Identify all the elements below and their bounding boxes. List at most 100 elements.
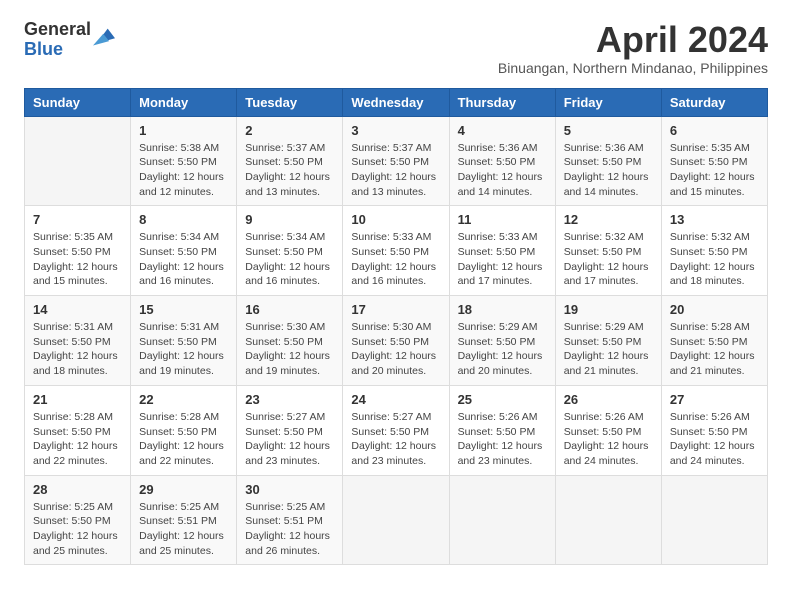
day-info: Sunrise: 5:35 AMSunset: 5:50 PMDaylight:… xyxy=(670,141,759,200)
calendar-cell: 29Sunrise: 5:25 AMSunset: 5:51 PMDayligh… xyxy=(131,475,237,565)
calendar-cell: 13 Sunrise: 5:32 AMSunset: 5:50 PMDayligh… xyxy=(661,206,767,296)
day-info: Sunrise: 5:26 AMSunset: 5:50 PMDaylight:… xyxy=(564,410,653,469)
day-info: Sunrise: 5:31 AMSunset: 5:50 PMDaylight:… xyxy=(33,320,122,379)
day-number: 24 xyxy=(351,392,440,407)
weekday-header-wednesday: Wednesday xyxy=(343,88,449,116)
day-number: 25 xyxy=(458,392,547,407)
day-info: Sunrise: 5:33 AMSunset: 5:50 PMDaylight:… xyxy=(458,230,547,289)
calendar-cell xyxy=(555,475,661,565)
logo: General Blue xyxy=(24,20,115,60)
day-info: Sunrise: 5:34 AMSunset: 5:50 PMDaylight:… xyxy=(245,230,334,289)
calendar-cell: 11 Sunrise: 5:33 AMSunset: 5:50 PMDayligh… xyxy=(449,206,555,296)
calendar-cell: 5 Sunrise: 5:36 AMSunset: 5:50 PMDaylight… xyxy=(555,116,661,206)
day-info: Sunrise: 5:37 AMSunset: 5:50 PMDaylight:… xyxy=(245,141,334,200)
calendar-cell: 14 Sunrise: 5:31 AMSunset: 5:50 PMDayligh… xyxy=(25,296,131,386)
week-row-3: 14 Sunrise: 5:31 AMSunset: 5:50 PMDayligh… xyxy=(25,296,768,386)
logo-blue-text: Blue xyxy=(24,40,91,60)
month-title: April 2024 xyxy=(498,20,768,60)
day-info: Sunrise: 5:29 AMSunset: 5:50 PMDaylight:… xyxy=(564,320,653,379)
weekday-header-monday: Monday xyxy=(131,88,237,116)
day-info: Sunrise: 5:28 AMSunset: 5:50 PMDaylight:… xyxy=(670,320,759,379)
day-info: Sunrise: 5:32 AMSunset: 5:50 PMDaylight:… xyxy=(564,230,653,289)
day-info: Sunrise: 5:27 AMSunset: 5:50 PMDaylight:… xyxy=(351,410,440,469)
location-title: Binuangan, Northern Mindanao, Philippine… xyxy=(498,60,768,76)
day-number: 10 xyxy=(351,212,440,227)
weekday-header-sunday: Sunday xyxy=(25,88,131,116)
day-number: 5 xyxy=(564,123,653,138)
day-info: Sunrise: 5:26 AMSunset: 5:50 PMDaylight:… xyxy=(670,410,759,469)
calendar-cell: 9 Sunrise: 5:34 AMSunset: 5:50 PMDaylight… xyxy=(237,206,343,296)
day-info: Sunrise: 5:30 AMSunset: 5:50 PMDaylight:… xyxy=(245,320,334,379)
day-info: Sunrise: 5:28 AMSunset: 5:50 PMDaylight:… xyxy=(33,410,122,469)
calendar-cell: 8 Sunrise: 5:34 AMSunset: 5:50 PMDaylight… xyxy=(131,206,237,296)
calendar-cell: 15 Sunrise: 5:31 AMSunset: 5:50 PMDayligh… xyxy=(131,296,237,386)
calendar-cell: 22Sunrise: 5:28 AMSunset: 5:50 PMDayligh… xyxy=(131,385,237,475)
day-number: 4 xyxy=(458,123,547,138)
day-number: 23 xyxy=(245,392,334,407)
calendar-cell: 1 Sunrise: 5:38 AMSunset: 5:50 PMDaylight… xyxy=(131,116,237,206)
calendar-cell: 3Sunrise: 5:37 AMSunset: 5:50 PMDaylight… xyxy=(343,116,449,206)
day-number: 21 xyxy=(33,392,122,407)
calendar-cell: 7Sunrise: 5:35 AMSunset: 5:50 PMDaylight… xyxy=(25,206,131,296)
calendar-cell: 18Sunrise: 5:29 AMSunset: 5:50 PMDayligh… xyxy=(449,296,555,386)
day-number: 1 xyxy=(139,123,228,138)
calendar-cell: 25 Sunrise: 5:26 AMSunset: 5:50 PMDayligh… xyxy=(449,385,555,475)
calendar-cell: 27 Sunrise: 5:26 AMSunset: 5:50 PMDayligh… xyxy=(661,385,767,475)
day-info: Sunrise: 5:25 AMSunset: 5:51 PMDaylight:… xyxy=(139,500,228,559)
day-info: Sunrise: 5:36 AMSunset: 5:50 PMDaylight:… xyxy=(564,141,653,200)
day-info: Sunrise: 5:37 AMSunset: 5:50 PMDaylight:… xyxy=(351,141,440,200)
calendar-cell xyxy=(661,475,767,565)
calendar-cell: 20 Sunrise: 5:28 AMSunset: 5:50 PMDayligh… xyxy=(661,296,767,386)
calendar-cell: 12Sunrise: 5:32 AMSunset: 5:50 PMDayligh… xyxy=(555,206,661,296)
day-number: 26 xyxy=(564,392,653,407)
day-number: 8 xyxy=(139,212,228,227)
calendar-cell: 17 Sunrise: 5:30 AMSunset: 5:50 PMDayligh… xyxy=(343,296,449,386)
day-info: Sunrise: 5:30 AMSunset: 5:50 PMDaylight:… xyxy=(351,320,440,379)
day-number: 11 xyxy=(458,212,547,227)
day-info: Sunrise: 5:36 AMSunset: 5:50 PMDaylight:… xyxy=(458,141,547,200)
calendar-cell xyxy=(343,475,449,565)
day-info: Sunrise: 5:32 AMSunset: 5:50 PMDaylight:… xyxy=(670,230,759,289)
calendar-cell: 30Sunrise: 5:25 AMSunset: 5:51 PMDayligh… xyxy=(237,475,343,565)
day-number: 28 xyxy=(33,482,122,497)
day-number: 22 xyxy=(139,392,228,407)
calendar-cell: 10 Sunrise: 5:33 AMSunset: 5:50 PMDayligh… xyxy=(343,206,449,296)
calendar-cell: 24 Sunrise: 5:27 AMSunset: 5:50 PMDayligh… xyxy=(343,385,449,475)
day-number: 13 xyxy=(670,212,759,227)
logo-general-text: General xyxy=(24,20,91,40)
page-header: General Blue April 2024 Binuangan, North… xyxy=(24,20,768,76)
day-number: 20 xyxy=(670,302,759,317)
weekday-header-saturday: Saturday xyxy=(661,88,767,116)
day-number: 2 xyxy=(245,123,334,138)
day-info: Sunrise: 5:38 AMSunset: 5:50 PMDaylight:… xyxy=(139,141,228,200)
day-info: Sunrise: 5:25 AMSunset: 5:51 PMDaylight:… xyxy=(245,500,334,559)
day-number: 14 xyxy=(33,302,122,317)
calendar-cell xyxy=(25,116,131,206)
day-number: 9 xyxy=(245,212,334,227)
calendar-cell: 26 Sunrise: 5:26 AMSunset: 5:50 PMDayligh… xyxy=(555,385,661,475)
calendar-cell xyxy=(449,475,555,565)
week-row-1: 1 Sunrise: 5:38 AMSunset: 5:50 PMDaylight… xyxy=(25,116,768,206)
day-number: 17 xyxy=(351,302,440,317)
week-row-5: 28 Sunrise: 5:25 AMSunset: 5:50 PMDayligh… xyxy=(25,475,768,565)
day-info: Sunrise: 5:25 AMSunset: 5:50 PMDaylight:… xyxy=(33,500,122,559)
day-info: Sunrise: 5:33 AMSunset: 5:50 PMDaylight:… xyxy=(351,230,440,289)
day-number: 15 xyxy=(139,302,228,317)
week-row-2: 7Sunrise: 5:35 AMSunset: 5:50 PMDaylight… xyxy=(25,206,768,296)
day-number: 27 xyxy=(670,392,759,407)
day-number: 6 xyxy=(670,123,759,138)
calendar-table: SundayMondayTuesdayWednesdayThursdayFrid… xyxy=(24,88,768,566)
logo-icon xyxy=(93,25,115,47)
weekday-header-row: SundayMondayTuesdayWednesdayThursdayFrid… xyxy=(25,88,768,116)
weekday-header-tuesday: Tuesday xyxy=(237,88,343,116)
day-info: Sunrise: 5:26 AMSunset: 5:50 PMDaylight:… xyxy=(458,410,547,469)
calendar-cell: 4 Sunrise: 5:36 AMSunset: 5:50 PMDaylight… xyxy=(449,116,555,206)
day-info: Sunrise: 5:31 AMSunset: 5:50 PMDaylight:… xyxy=(139,320,228,379)
calendar-cell: 23Sunrise: 5:27 AMSunset: 5:50 PMDayligh… xyxy=(237,385,343,475)
day-info: Sunrise: 5:34 AMSunset: 5:50 PMDaylight:… xyxy=(139,230,228,289)
day-number: 18 xyxy=(458,302,547,317)
calendar-cell: 6 Sunrise: 5:35 AMSunset: 5:50 PMDaylight… xyxy=(661,116,767,206)
calendar-cell: 21 Sunrise: 5:28 AMSunset: 5:50 PMDayligh… xyxy=(25,385,131,475)
weekday-header-thursday: Thursday xyxy=(449,88,555,116)
day-number: 16 xyxy=(245,302,334,317)
